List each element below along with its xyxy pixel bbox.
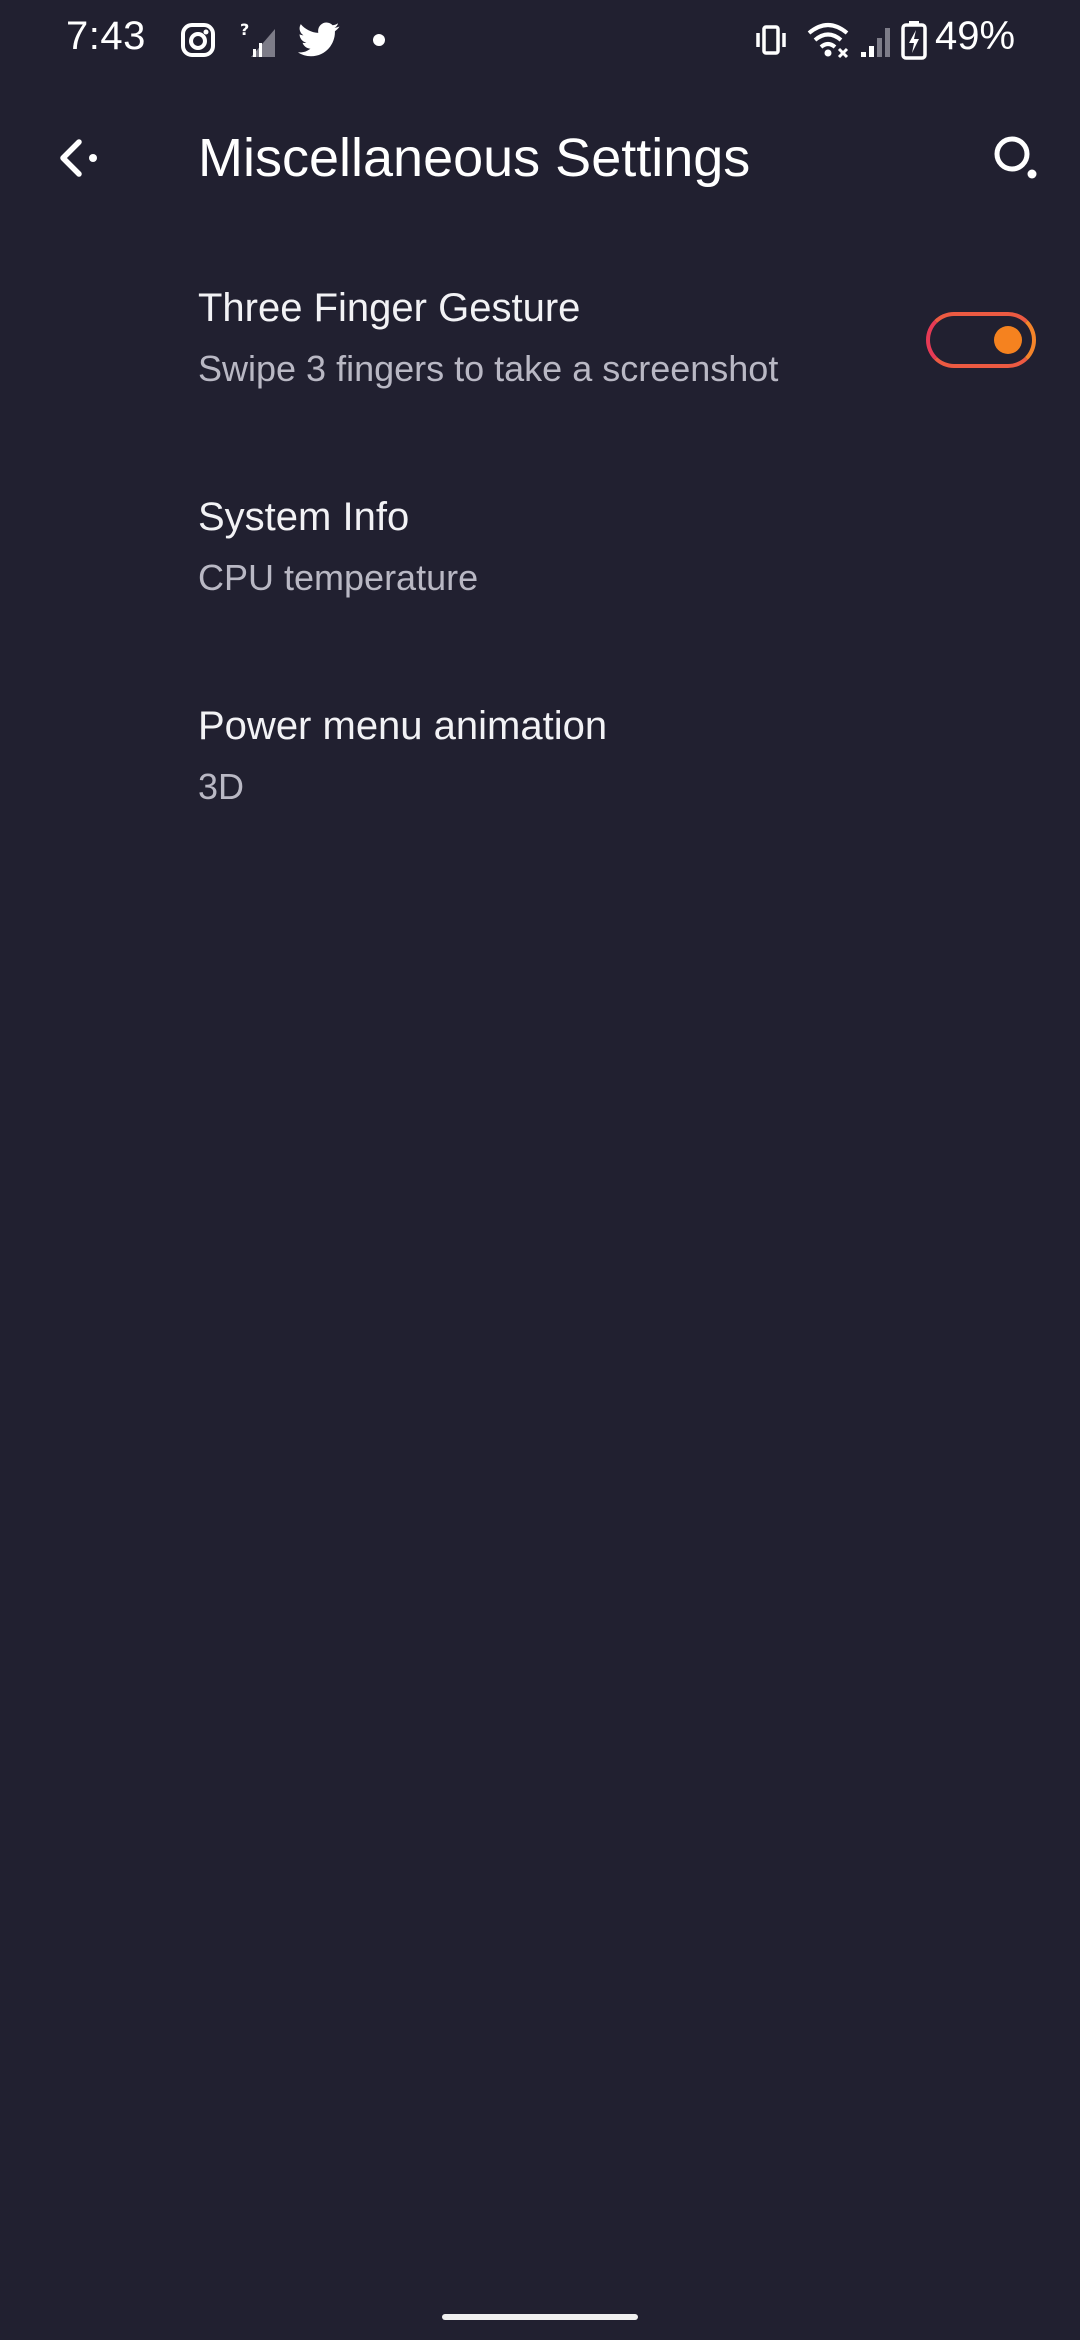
instagram-icon <box>176 18 220 62</box>
wifi-icon <box>804 18 852 62</box>
setting-title: Three Finger Gesture <box>198 286 581 330</box>
setting-summary: CPU temperature <box>198 557 479 598</box>
setting-summary: Swipe 3 fingers to take a screenshot <box>198 348 779 389</box>
page-title: Miscellaneous Settings <box>198 128 751 188</box>
toggle-knob <box>994 326 1022 354</box>
settings-list: Three Finger Gesture Swipe 3 fingers to … <box>0 260 1080 887</box>
twitter-icon <box>296 18 342 62</box>
setting-system-info[interactable]: System Info CPU temperature <box>0 469 1080 678</box>
setting-three-finger-gesture[interactable]: Three Finger Gesture Swipe 3 fingers to … <box>0 260 1080 469</box>
search-icon <box>990 132 1042 189</box>
setting-title: System Info <box>198 495 410 539</box>
setting-summary: 3D <box>198 766 245 807</box>
back-arrow-icon <box>57 133 107 188</box>
cell-signal-icon <box>858 18 894 62</box>
setting-power-menu-animation[interactable]: Power menu animation 3D <box>0 678 1080 887</box>
screen: 7:43 ? 49% Miscellaneous Settings Three … <box>0 0 1080 2340</box>
status-bar: 7:43 ? 49% <box>0 0 1080 80</box>
status-time: 7:43 <box>66 14 146 58</box>
battery-percentage: 49% <box>935 14 1016 58</box>
setting-title: Power menu animation <box>198 704 608 748</box>
three-finger-gesture-toggle[interactable] <box>926 312 1036 368</box>
back-button[interactable] <box>40 118 124 202</box>
notification-dot-icon <box>370 18 388 62</box>
vibrate-icon <box>752 18 790 62</box>
battery-charging-icon <box>898 18 930 62</box>
app-bar: Miscellaneous Settings <box>0 100 1080 220</box>
svg-text:?: ? <box>240 21 249 39</box>
signal-unknown-icon: ? <box>238 18 278 62</box>
search-button[interactable] <box>974 118 1058 202</box>
gesture-navigation-bar[interactable] <box>442 2314 638 2320</box>
